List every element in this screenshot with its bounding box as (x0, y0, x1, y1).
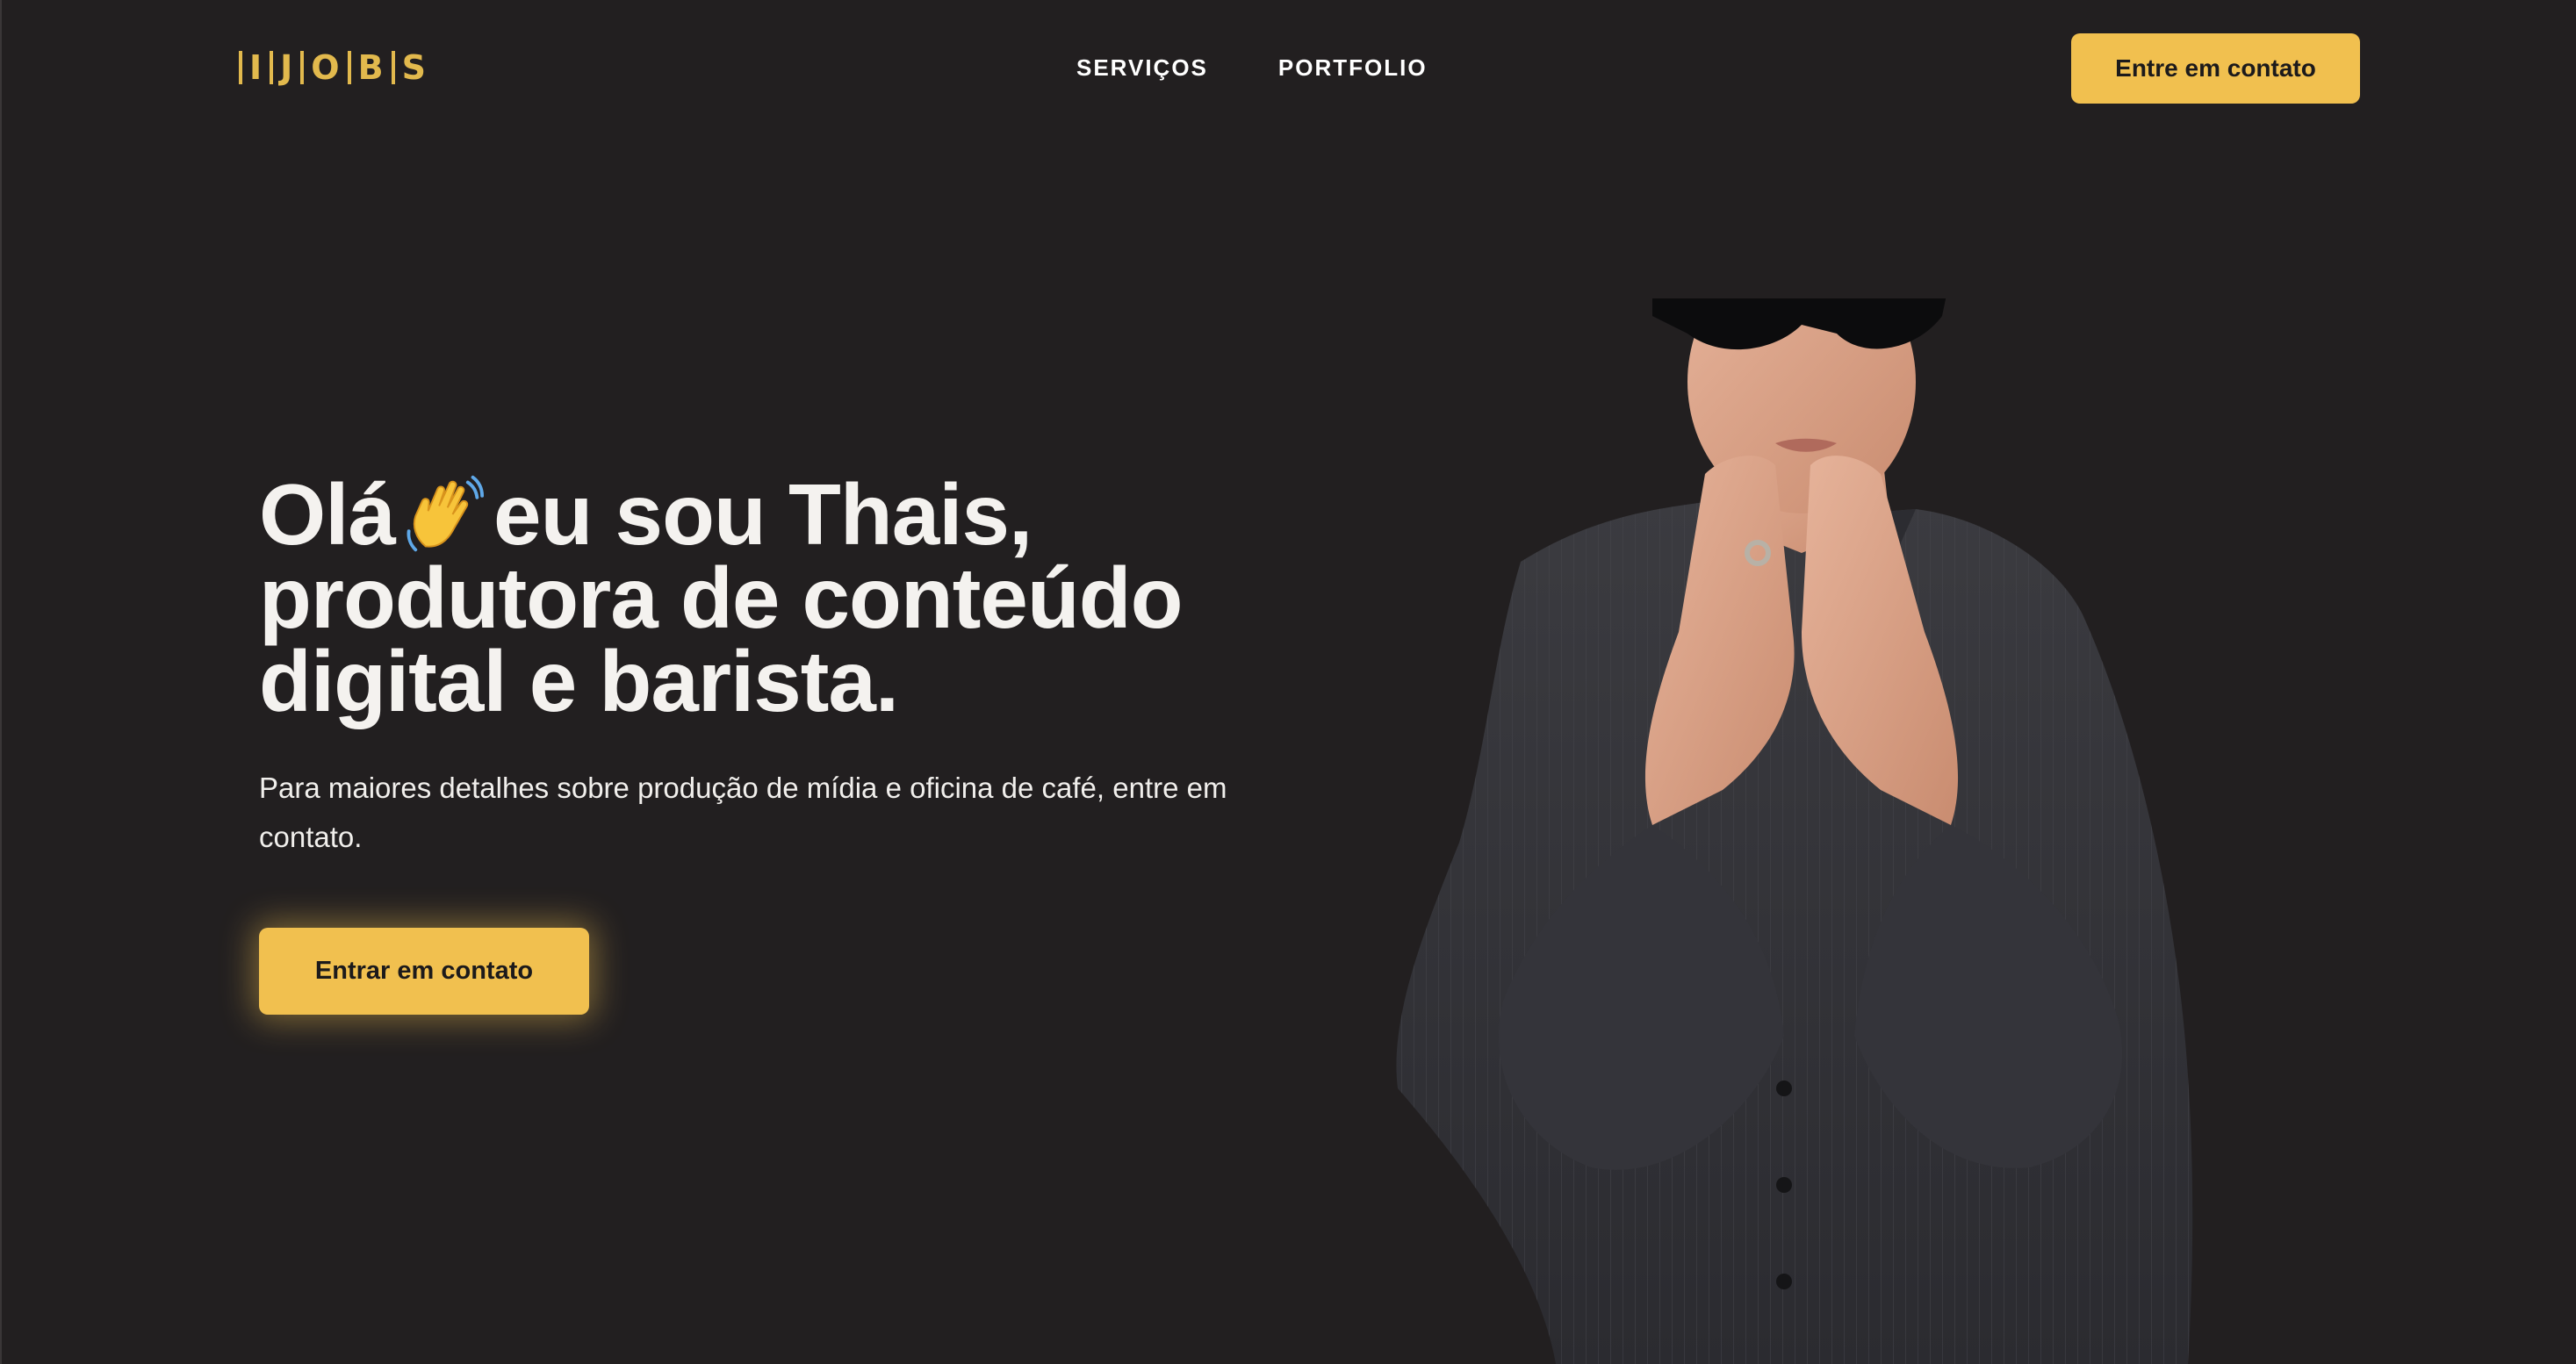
waving-hand-icon (407, 475, 485, 552)
nav-link-servicos[interactable]: SERVIÇOS (1076, 49, 1208, 86)
nav-link-portfolio[interactable]: PORTFOLIO (1278, 49, 1428, 86)
logo-letter: O (311, 48, 341, 87)
landing-page: I J O B S SERVIÇOS PORTFOLIO Entre em co… (0, 0, 2576, 1364)
logo-letter: J (280, 48, 294, 87)
portrait-photo (1396, 298, 2193, 1364)
logo-letter: S (401, 48, 427, 87)
hero-title-line-3: digital e barista. (259, 633, 899, 729)
logo-divider (300, 51, 305, 84)
hero-title-greeting: Olá (259, 466, 396, 563)
logo-divider (391, 51, 395, 84)
logo-divider (239, 51, 242, 84)
logo[interactable]: I J O B S (232, 49, 427, 86)
hero-title-line-1: Olá eu sou Thais, (259, 471, 1277, 557)
hero-title: Olá eu sou Thais, produtora de conteúdo … (259, 471, 1277, 729)
logo-divider (347, 51, 351, 84)
main-nav: SERVIÇOS PORTFOLIO (1076, 49, 1428, 86)
logo-letter: I (249, 48, 263, 87)
hero-subtitle: Para maiores detalhes sobre produção de … (259, 772, 1227, 853)
logo-letter: B (357, 48, 385, 87)
hero-title-line-2: produtora de conteúdo (259, 549, 1184, 646)
logo-divider (270, 51, 274, 84)
hero-title-intro: eu sou Thais, (493, 466, 1033, 563)
hero-contact-button[interactable]: Entrar em contato (259, 928, 589, 1015)
header-contact-button[interactable]: Entre em contato (2071, 33, 2360, 104)
